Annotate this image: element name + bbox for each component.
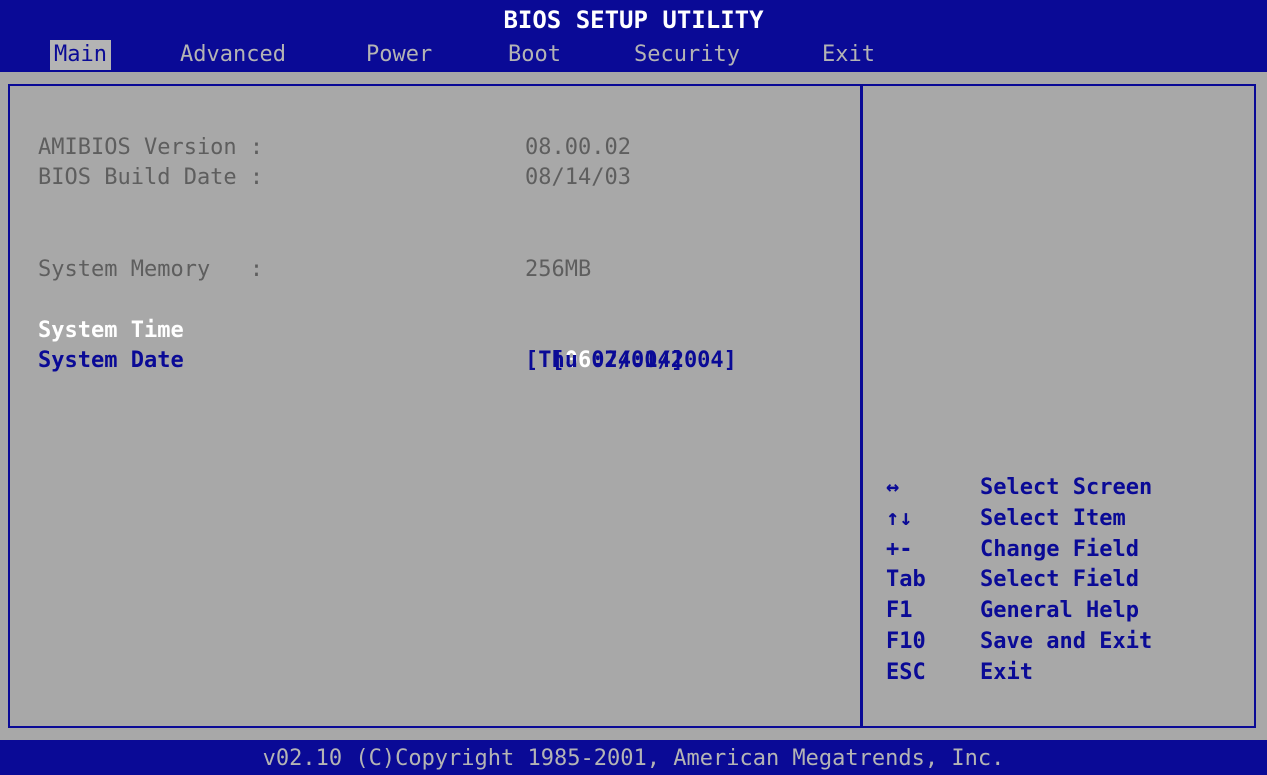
- help-key-general-help: F1: [886, 598, 913, 623]
- tab-boot[interactable]: Boot: [508, 40, 561, 70]
- help-key-change-field: +-: [886, 537, 913, 562]
- system-memory-label: System Memory :: [38, 257, 264, 282]
- tab-exit[interactable]: Exit: [822, 40, 875, 70]
- tab-power[interactable]: Power: [366, 40, 432, 70]
- help-key-save-exit: F10: [886, 629, 926, 654]
- system-date-field[interactable]: [Thu 07/01/2004]: [525, 346, 737, 376]
- amibios-version-label: AMIBIOS Version :: [38, 135, 264, 160]
- system-memory-value: 256MB: [525, 257, 592, 282]
- help-key-select-screen: ↔: [886, 475, 900, 500]
- amibios-version-value: 08.00.02: [525, 135, 631, 160]
- window-title: BIOS SETUP UTILITY: [503, 6, 764, 34]
- help-desc-save-exit: Save and Exit: [980, 629, 1153, 654]
- help-desc-general-help: General Help: [980, 598, 1139, 623]
- help-desc-select-screen: Select Screen: [980, 475, 1153, 500]
- bios-build-date-label: BIOS Build Date :: [38, 165, 264, 190]
- system-date-label[interactable]: System Date: [38, 346, 184, 376]
- help-desc-change-field: Change Field: [980, 537, 1139, 562]
- help-key-select-field: Tab: [886, 567, 926, 592]
- help-desc-select-item: Select Item: [980, 506, 1126, 531]
- bios-build-date-value: 08/14/03: [525, 165, 631, 190]
- help-key-exit: ESC: [886, 660, 926, 685]
- help-key-select-item: ↑↓: [886, 506, 913, 531]
- system-time-label[interactable]: System Time: [38, 316, 184, 346]
- tab-security[interactable]: Security: [634, 40, 740, 70]
- tab-advanced[interactable]: Advanced: [180, 40, 286, 70]
- help-desc-exit: Exit: [980, 660, 1033, 685]
- tab-main[interactable]: Main: [50, 40, 111, 70]
- help-desc-select-field: Select Field: [980, 567, 1139, 592]
- copyright-text: v02.10 (C)Copyright 1985-2001, American …: [262, 746, 1005, 771]
